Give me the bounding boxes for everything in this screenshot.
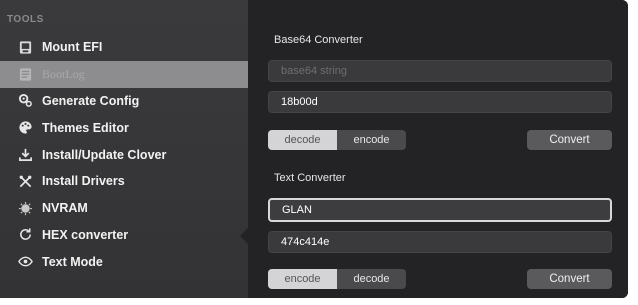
main-panel: Base64 Converter base64 string 18b00d de… bbox=[248, 0, 628, 298]
sidebar-section-title: TOOLS bbox=[7, 14, 44, 25]
log-icon bbox=[17, 66, 33, 82]
disk-icon bbox=[17, 39, 33, 55]
sidebar-item-label: NVRAM bbox=[42, 201, 88, 216]
sidebar-item-install-update-clover[interactable]: Install/Update Clover bbox=[0, 141, 248, 168]
text-output[interactable]: 474c414e bbox=[268, 231, 612, 253]
base64-segment-decode[interactable]: decode bbox=[268, 130, 337, 150]
text-segment-encode[interactable]: encode bbox=[268, 269, 337, 289]
sidebar-item-label: Install Drivers bbox=[42, 174, 125, 189]
app-window: TOOLS Mount EFI BootLog Generate Config bbox=[0, 0, 628, 298]
sidebar-item-bootlog[interactable]: BootLog bbox=[0, 60, 248, 88]
text-converter-title: Text Converter bbox=[274, 172, 346, 184]
base64-mode-segmented: decode encode bbox=[268, 130, 406, 150]
text-mode-segmented: encode decode bbox=[268, 269, 406, 289]
sidebar-item-label: Generate Config bbox=[42, 93, 140, 108]
text-input[interactable]: GLAN bbox=[268, 198, 612, 222]
text-convert-button[interactable]: Convert bbox=[527, 269, 612, 289]
sidebar-item-text-mode[interactable]: Text Mode bbox=[0, 248, 248, 275]
base64-input[interactable]: base64 string bbox=[268, 60, 612, 82]
gears-icon bbox=[17, 93, 33, 109]
chip-icon bbox=[17, 200, 33, 216]
palette-icon bbox=[17, 120, 33, 136]
sidebar-item-label: BootLog bbox=[42, 66, 85, 81]
sidebar-item-label: Install/Update Clover bbox=[42, 147, 167, 162]
popover-pointer bbox=[240, 228, 248, 244]
base64-converter-title: Base64 Converter bbox=[274, 34, 363, 46]
base64-convert-button[interactable]: Convert bbox=[527, 130, 612, 150]
sidebar-item-hex-converter[interactable]: HEX converter bbox=[0, 222, 248, 249]
sidebar-item-nvram[interactable]: NVRAM bbox=[0, 195, 248, 222]
sidebar-item-themes-editor[interactable]: Themes Editor bbox=[0, 114, 248, 141]
sidebar-item-label: Mount EFI bbox=[42, 40, 103, 55]
sidebar-item-label: Themes Editor bbox=[42, 120, 129, 135]
sidebar-item-label: Text Mode bbox=[42, 254, 103, 269]
download-icon bbox=[17, 147, 33, 163]
base64-output[interactable]: 18b00d bbox=[268, 91, 612, 113]
sidebar-item-generate-config[interactable]: Generate Config bbox=[0, 88, 248, 115]
sidebar-item-install-drivers[interactable]: Install Drivers bbox=[0, 168, 248, 195]
eye-icon bbox=[17, 254, 33, 270]
refresh-icon bbox=[17, 227, 33, 243]
sidebar: TOOLS Mount EFI BootLog Generate Config bbox=[0, 0, 248, 298]
sidebar-item-mount-efi[interactable]: Mount EFI bbox=[0, 34, 248, 61]
sidebar-list: Mount EFI BootLog Generate Config Themes… bbox=[0, 34, 248, 275]
text-segment-decode[interactable]: decode bbox=[337, 269, 406, 289]
sidebar-item-label: HEX converter bbox=[42, 227, 129, 242]
base64-segment-encode[interactable]: encode bbox=[337, 130, 406, 150]
tools-icon bbox=[17, 173, 33, 189]
